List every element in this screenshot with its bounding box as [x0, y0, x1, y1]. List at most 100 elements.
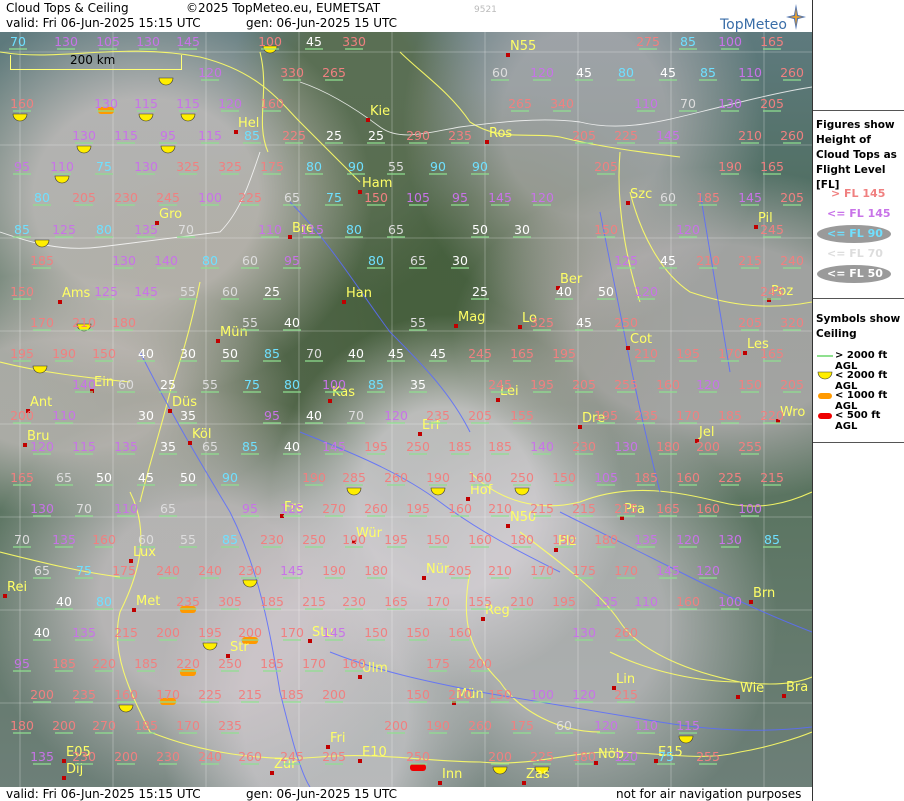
legend-level-le145: <= FL 145 — [827, 207, 891, 220]
cloud-top-value: 120 — [572, 687, 596, 702]
cloud-top-value: 60 — [492, 65, 508, 80]
cloud-top-value: 100 — [718, 34, 742, 49]
generated-time-label: gen: 06-Jun-2025 15 UTC — [246, 16, 398, 30]
cloud-top-value: 125 — [280, 501, 304, 516]
cloud-top-value: 40 — [306, 408, 322, 423]
city-label: Brn — [753, 586, 775, 601]
cloud-top-value: 90 — [348, 159, 364, 174]
heights-legend-title: Figures show Height of Cloud Tops as Fli… — [816, 119, 897, 191]
ceiling-lt2000-symbol — [242, 579, 258, 588]
legend-divider-bottom — [813, 442, 904, 443]
cloud-top-value: 230 — [342, 594, 366, 609]
cloud-top-value: 65 — [56, 470, 72, 485]
cloud-top-value: 120 — [614, 749, 638, 764]
cloud-top-value: 60 — [556, 718, 572, 733]
legend-level-le90: <= FL 90 — [827, 227, 883, 240]
cloud-top-value: 125 — [614, 253, 638, 268]
ceiling-lt2000-symbol — [158, 77, 174, 86]
cloud-top-value: 250 — [218, 656, 242, 671]
cloud-top-value: 85 — [222, 532, 238, 547]
cloud-top-value: 115 — [198, 128, 222, 143]
cloud-top-value: 85 — [244, 128, 260, 143]
cloud-top-value: 165 — [656, 501, 680, 516]
cloud-top-value: 50 — [472, 222, 488, 237]
cloud-top-value: 195 — [198, 625, 222, 640]
cloud-top-value: 80 — [618, 65, 634, 80]
image-code-label: 9521 — [474, 5, 497, 15]
cloud-top-value: 60 — [242, 253, 258, 268]
cloud-top-value: 95 — [242, 501, 258, 516]
cloud-top-value: 85 — [700, 65, 716, 80]
cloud-top-value: 40 — [138, 346, 154, 361]
cloud-top-value: 195 — [406, 501, 430, 516]
cloud-top-value: 190 — [718, 159, 742, 174]
cloud-top-value: 105 — [594, 470, 618, 485]
satellite-map[interactable]: Hel Kie Ros N55 Ham Szc Gro Bre Pil Ams Han Ber Poz M… — [0, 32, 812, 787]
cloud-top-value: 135 — [634, 532, 658, 547]
cloud-top-value: 190 — [302, 470, 326, 485]
cloud-top-value: 275 — [636, 34, 660, 49]
cloud-top-value: 150 — [426, 532, 450, 547]
cloud-top-value: 160 — [676, 470, 700, 485]
cloud-top-value: 250 — [406, 439, 430, 454]
cloud-top-value: 25 — [368, 128, 384, 143]
cloud-top-value: 160 — [468, 532, 492, 547]
legend-panel: Figures show Height of Cloud Tops as Fli… — [812, 0, 904, 801]
cloud-top-value: 200 — [114, 749, 138, 764]
cloud-top-value: 195 — [364, 439, 388, 454]
cloud-top-value: 200 — [322, 687, 346, 702]
cloud-top-value: 35 — [160, 439, 176, 454]
cloud-top-value: 35 — [180, 408, 196, 423]
cloud-top-value: 180 — [10, 718, 34, 733]
cloud-top-value: 265 — [508, 96, 532, 111]
cloud-top-value: 30 — [138, 408, 154, 423]
cloud-top-value: 185 — [280, 687, 304, 702]
cloud-top-value: 330 — [342, 34, 366, 49]
cloud-top-value: 110 — [738, 65, 762, 80]
cloud-top-value: 160 — [342, 656, 366, 671]
cloud-top-value: 125 — [94, 284, 118, 299]
cloud-top-value: 170 — [530, 563, 554, 578]
city-label: Str — [230, 640, 249, 655]
legend-level-le50: <= FL 50 — [827, 267, 883, 280]
cloud-top-value: 70 — [680, 96, 696, 111]
cloud-top-value: 180 — [112, 315, 136, 330]
cloud-top-value: 160 — [696, 501, 720, 516]
city-label: Inn — [442, 767, 462, 782]
cloud-top-value: 75 — [96, 159, 112, 174]
cloud-top-value: 235 — [72, 687, 96, 702]
ceiling-lt2000-symbol — [678, 735, 694, 744]
cloud-top-value: 75 — [326, 190, 342, 205]
city-label: Nür — [426, 562, 450, 577]
cloud-top-value: 80 — [306, 159, 322, 174]
cloud-top-value: 200 — [468, 656, 492, 671]
cloud-top-value: 225 — [614, 128, 638, 143]
cloud-top-value: 245 — [468, 346, 492, 361]
cloud-top-value: 265 — [322, 65, 346, 80]
cloud-top-value: 95 — [264, 408, 280, 423]
cloud-top-value: 240 — [198, 749, 222, 764]
cloud-top-value: 45 — [660, 253, 676, 268]
cloud-top-value: 150 — [364, 625, 388, 640]
cloud-top-value: 75 — [244, 377, 260, 392]
cloud-top-value: 50 — [222, 346, 238, 361]
cloud-top-value: 110 — [634, 96, 658, 111]
cloud-top-value: 190 — [426, 718, 450, 733]
cloud-top-value: 115 — [300, 222, 324, 237]
footer-bar: valid: Fri 06-Jun-2025 15:15 UTC gen: 06… — [0, 787, 812, 801]
cloud-top-value: 170 — [280, 625, 304, 640]
cloud-top-value: 145 — [134, 284, 158, 299]
cloud-top-value: 65 — [410, 253, 426, 268]
cloud-top-value: 120 — [30, 439, 54, 454]
ceiling-lt2000-symbol — [346, 487, 362, 496]
cloud-top-value: 170 — [614, 563, 638, 578]
cloud-top-value: 45 — [388, 346, 404, 361]
cloud-top-value: 90 — [222, 470, 238, 485]
ceiling-lt2000-symbol — [180, 113, 196, 122]
cloud-top-value: 100 — [738, 501, 762, 516]
cloud-top-value: 140 — [72, 377, 96, 392]
cloud-top-value: 220 — [176, 656, 200, 671]
map-title: Cloud Tops & Ceiling — [6, 1, 129, 15]
cloud-top-value: 25 — [326, 128, 342, 143]
cloud-top-value: 170 — [426, 594, 450, 609]
